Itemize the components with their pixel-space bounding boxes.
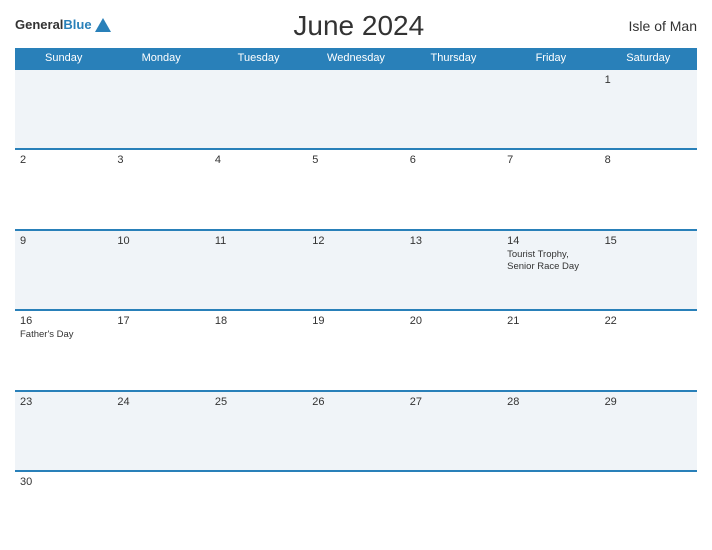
cal-cell: 30 [15, 472, 112, 540]
day-number: 23 [20, 396, 107, 408]
col-saturday: Saturday [600, 48, 697, 68]
day-number: 4 [215, 154, 302, 166]
cal-cell: 13 [405, 231, 502, 309]
col-sunday: Sunday [15, 48, 112, 68]
day-number: 7 [507, 154, 594, 166]
day-number: 17 [117, 315, 204, 327]
week-row-2: 2345678 [15, 148, 697, 228]
header: GeneralBlue June 2024 Isle of Man [15, 10, 697, 42]
col-wednesday: Wednesday [307, 48, 404, 68]
col-friday: Friday [502, 48, 599, 68]
cal-cell [307, 70, 404, 148]
cal-cell [112, 472, 209, 540]
week-row-6: 30 [15, 470, 697, 540]
cal-cell [112, 70, 209, 148]
cal-cell: 6 [405, 150, 502, 228]
cal-cell [210, 472, 307, 540]
cal-cell: 12 [307, 231, 404, 309]
day-number: 22 [605, 315, 692, 327]
col-tuesday: Tuesday [210, 48, 307, 68]
cal-cell: 19 [307, 311, 404, 389]
cal-cell: 22 [600, 311, 697, 389]
page: GeneralBlue June 2024 Isle of Man Sunday… [0, 0, 712, 550]
cal-cell: 7 [502, 150, 599, 228]
cal-cell: 26 [307, 392, 404, 470]
cal-cell: 16 Father's Day [15, 311, 112, 389]
event-label: Father's Day [20, 329, 107, 341]
day-number: 25 [215, 396, 302, 408]
cal-cell: 27 [405, 392, 502, 470]
col-monday: Monday [112, 48, 209, 68]
week-row-5: 23 24 25 26 27 28 29 [15, 390, 697, 470]
day-number: 15 [605, 235, 692, 247]
day-number: 16 [20, 315, 107, 327]
day-number: 9 [20, 235, 107, 247]
cal-cell [502, 472, 599, 540]
event-label: Tourist Trophy, Senior Race Day [507, 249, 594, 274]
day-number: 24 [117, 396, 204, 408]
cal-cell [502, 70, 599, 148]
day-number: 26 [312, 396, 399, 408]
cal-cell: 23 [15, 392, 112, 470]
cal-cell: 11 [210, 231, 307, 309]
day-number: 3 [117, 154, 204, 166]
region-label: Isle of Man [607, 18, 697, 34]
day-number: 30 [20, 476, 107, 488]
cal-cell [307, 472, 404, 540]
calendar-header: Sunday Monday Tuesday Wednesday Thursday… [15, 48, 697, 68]
cal-cell: 28 [502, 392, 599, 470]
day-number: 11 [215, 235, 302, 247]
cal-cell: 29 [600, 392, 697, 470]
day-number: 21 [507, 315, 594, 327]
day-number: 14 [507, 235, 594, 247]
cal-cell [405, 70, 502, 148]
cal-cell: 9 [15, 231, 112, 309]
calendar-body: 1234567891011121314Tourist Trophy, Senio… [15, 68, 697, 540]
day-number: 13 [410, 235, 497, 247]
day-number: 12 [312, 235, 399, 247]
cal-cell [15, 70, 112, 148]
calendar: Sunday Monday Tuesday Wednesday Thursday… [15, 48, 697, 540]
day-number: 20 [410, 315, 497, 327]
day-number: 28 [507, 396, 594, 408]
cal-cell: 18 [210, 311, 307, 389]
cal-cell: 8 [600, 150, 697, 228]
day-number: 19 [312, 315, 399, 327]
cal-cell: 14 Tourist Trophy, Senior Race Day [502, 231, 599, 309]
cal-cell: 15 [600, 231, 697, 309]
day-number: 10 [117, 235, 204, 247]
cal-cell: 24 [112, 392, 209, 470]
cal-cell [210, 70, 307, 148]
day-number: 2 [20, 154, 107, 166]
cal-cell: 5 [307, 150, 404, 228]
logo-triangle-icon [95, 18, 111, 32]
week-row-4: 16 Father's Day 17 18 19 20 21 22 [15, 309, 697, 389]
day-number: 29 [605, 396, 692, 408]
cal-cell: 21 [502, 311, 599, 389]
day-number: 18 [215, 315, 302, 327]
logo: GeneralBlue [15, 18, 111, 34]
cal-cell: 25 [210, 392, 307, 470]
cal-cell: 1 [600, 70, 697, 148]
cal-cell: 10 [112, 231, 209, 309]
cal-cell [600, 472, 697, 540]
cal-cell [405, 472, 502, 540]
day-number: 6 [410, 154, 497, 166]
col-thursday: Thursday [405, 48, 502, 68]
cal-cell: 4 [210, 150, 307, 228]
day-number: 8 [605, 154, 692, 166]
cal-cell: 3 [112, 150, 209, 228]
cal-cell: 2 [15, 150, 112, 228]
cal-cell: 17 [112, 311, 209, 389]
calendar-title: June 2024 [111, 10, 607, 42]
logo-text: GeneralBlue [15, 18, 92, 32]
day-number: 1 [605, 74, 692, 86]
day-number: 27 [410, 396, 497, 408]
cal-cell: 20 [405, 311, 502, 389]
week-row-3: 9 10 11 12 13 14 Tourist Trophy, Senior Race D… [15, 229, 697, 309]
day-number: 5 [312, 154, 399, 166]
week-row-1: 1 [15, 68, 697, 148]
